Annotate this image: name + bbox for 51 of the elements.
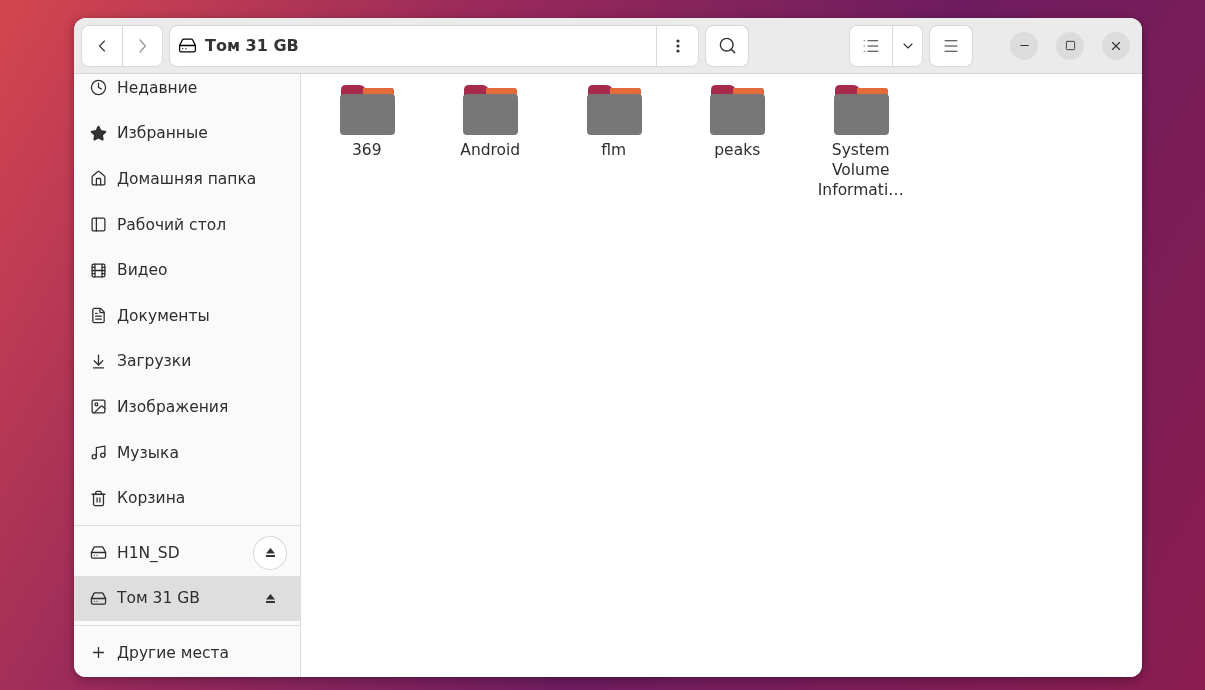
sidebar-item[interactable]: Документы (74, 292, 300, 339)
drive-icon (90, 589, 107, 607)
sidebar-item[interactable]: Другие места (74, 630, 300, 676)
eject-icon (264, 547, 276, 559)
trash-icon (90, 489, 107, 507)
sidebar-item[interactable]: Изображения (74, 384, 300, 430)
sidebar-item[interactable]: Недавние (74, 65, 300, 111)
download-icon (90, 352, 107, 370)
close-button[interactable] (1102, 31, 1130, 60)
eject-icon (264, 592, 276, 604)
sidebar-item[interactable]: Музыка (74, 429, 300, 476)
folder-name[interactable]: Android (438, 140, 543, 160)
desktop-icon (90, 216, 107, 234)
menu-button[interactable] (930, 25, 972, 66)
view-options-button[interactable] (892, 25, 922, 66)
folder-icon (338, 84, 395, 136)
film-icon (90, 261, 107, 279)
location-bar[interactable]: Том 31 GB (170, 25, 698, 66)
location-text: Том 31 GB (205, 36, 300, 55)
maximize-icon (1064, 40, 1076, 51)
sidebar-item[interactable]: Том 31 GB (74, 575, 300, 622)
star-icon (90, 124, 107, 142)
folder-name[interactable]: peaks (685, 140, 790, 160)
sidebar-item[interactable]: Корзина (74, 475, 300, 521)
location-menu-button[interactable] (656, 25, 698, 66)
folder-name[interactable]: flm (561, 140, 666, 160)
folder-name[interactable]: 369 (314, 140, 419, 160)
document-icon (90, 307, 107, 325)
folder-name[interactable]: System Volume Informati… (808, 140, 913, 200)
sidebar-item[interactable]: H1N_SD (74, 529, 300, 576)
sidebar-item[interactable]: Загрузки (74, 338, 300, 385)
folder-icon (832, 84, 889, 136)
folder-icon (709, 84, 766, 136)
search-icon (717, 36, 737, 55)
sidebar-item[interactable]: Домашняя папка (74, 156, 300, 202)
drive-icon (178, 36, 197, 55)
more-icon (675, 38, 680, 53)
eject-button[interactable] (254, 536, 286, 569)
search-button[interactable] (706, 25, 748, 66)
folder-icon (585, 84, 642, 136)
maximize-button[interactable] (1056, 31, 1084, 60)
drive-icon (90, 544, 107, 562)
folder-icon (462, 84, 519, 136)
image-icon (90, 398, 107, 416)
music-icon (90, 444, 107, 462)
home-icon (90, 170, 107, 188)
clock-icon (90, 79, 107, 97)
sidebar-item[interactable]: Видео (74, 247, 300, 293)
sidebar-item[interactable]: Избранные (74, 110, 300, 157)
chevron-right-icon (139, 38, 146, 53)
sidebar-item[interactable]: Рабочий стол (74, 201, 300, 248)
